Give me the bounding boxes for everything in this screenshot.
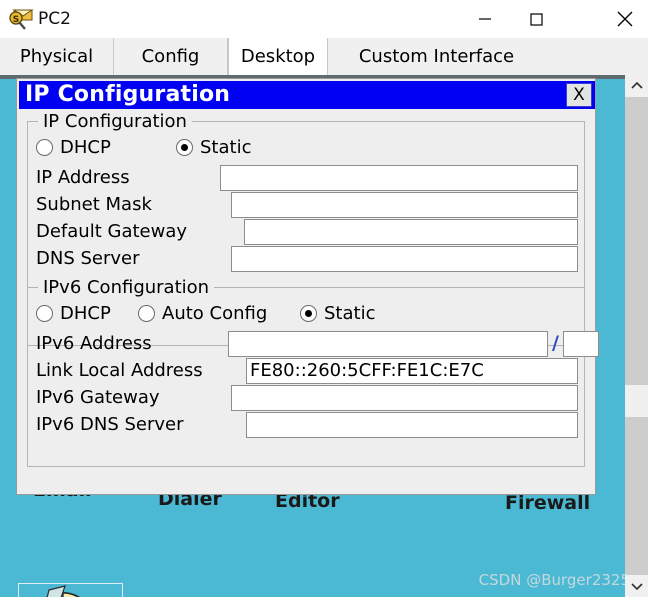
tab-custom-interface-label: Custom Interface xyxy=(358,46,515,67)
packet-tracer-envelope-icon: S xyxy=(8,6,34,32)
ipv6-dhcp-label: DHCP xyxy=(60,303,111,324)
dialog-titlebar[interactable]: IP Configuration X xyxy=(19,81,595,109)
ipv6-dns-server-input[interactable] xyxy=(246,412,578,438)
ipv6-prefix-length-input[interactable] xyxy=(563,331,599,357)
dialog-title: IP Configuration xyxy=(25,82,231,107)
csdn-watermark: CSDN @Burger2325 xyxy=(478,571,630,589)
scroll-up-arrow-icon[interactable] xyxy=(625,75,648,97)
ipv6-mode-auto-config[interactable]: Auto Config xyxy=(138,303,267,324)
ipv6-prefix-separator: / xyxy=(552,332,559,354)
ipv6-group-title: IPv6 Configuration xyxy=(38,277,215,298)
mib-browser-icon[interactable] xyxy=(18,583,123,597)
minimize-button[interactable] xyxy=(462,0,508,38)
tab-desktop[interactable]: Desktop xyxy=(228,38,328,75)
ip-address-input[interactable] xyxy=(220,165,578,191)
tab-config[interactable]: Config xyxy=(114,38,228,75)
scrollbar-thumb[interactable] xyxy=(625,385,648,417)
bg-app-label-ipv6-firewall[interactable]: Firewall xyxy=(505,492,590,514)
ipv6-static-radio[interactable] xyxy=(300,305,317,322)
scroll-down-arrow-icon[interactable] xyxy=(625,575,648,597)
ipv4-static-label: Static xyxy=(200,137,252,158)
maximize-icon xyxy=(530,13,543,26)
ipv4-dhcp-radio[interactable] xyxy=(36,139,53,156)
default-gateway-input[interactable] xyxy=(244,219,578,245)
tab-physical-label: Physical xyxy=(19,46,94,67)
ip-address-label: IP Address xyxy=(36,167,130,188)
subnet-mask-label: Subnet Mask xyxy=(36,194,152,215)
tab-custom-interface[interactable]: Custom Interface xyxy=(328,38,545,75)
tab-desktop-label: Desktop xyxy=(240,46,316,67)
ipv6-dhcp-radio[interactable] xyxy=(36,305,53,322)
scrollbar-track[interactable] xyxy=(625,97,648,575)
dns-server-input[interactable] xyxy=(231,246,578,272)
window-titlebar: S PC2 xyxy=(0,0,648,38)
maximize-button[interactable] xyxy=(513,0,559,38)
ipv6-gateway-input[interactable] xyxy=(231,385,578,411)
ipv6-dns-server-label: IPv6 DNS Server xyxy=(36,414,184,435)
tab-config-label: Config xyxy=(141,46,200,67)
link-local-address-input[interactable]: FE80::260:5CFF:FE1C:E7C xyxy=(246,358,578,384)
subnet-mask-input[interactable] xyxy=(231,192,578,218)
ipv6-gateway-label: IPv6 Gateway xyxy=(36,387,160,408)
dialog-close-button[interactable]: X xyxy=(566,83,592,107)
ipv4-dhcp-label: DHCP xyxy=(60,137,111,158)
ip-configuration-dialog: IP Configuration X IP Configuration DHCP… xyxy=(16,78,599,495)
ipv6-mode-static[interactable]: Static xyxy=(300,303,375,324)
ipv6-auto-config-radio[interactable] xyxy=(138,305,155,322)
ipv4-group-title: IP Configuration xyxy=(38,111,192,132)
tab-physical[interactable]: Physical xyxy=(0,38,114,75)
ipv4-mode-dhcp[interactable]: DHCP xyxy=(36,137,111,158)
ipv6-static-label: Static xyxy=(324,303,376,324)
window-title: PC2 xyxy=(38,9,71,29)
ipv6-auto-config-label: Auto Config xyxy=(162,303,268,324)
link-local-address-label: Link Local Address xyxy=(36,360,203,381)
ipv6-configuration-group: IPv6 Configuration DHCP Auto Config Stat… xyxy=(27,277,599,467)
dns-server-label: DNS Server xyxy=(36,248,140,269)
close-button[interactable] xyxy=(602,0,648,38)
svg-text:S: S xyxy=(13,15,19,25)
ipv6-address-input[interactable] xyxy=(228,331,548,357)
ipv6-mode-dhcp[interactable]: DHCP xyxy=(36,303,111,324)
close-icon xyxy=(617,11,633,27)
ipv6-address-label: IPv6 Address xyxy=(36,333,152,354)
vertical-scrollbar[interactable] xyxy=(625,75,648,597)
device-tabs: Physical Config Desktop Custom Interface xyxy=(0,38,648,75)
default-gateway-label: Default Gateway xyxy=(36,221,188,242)
ipv4-mode-static[interactable]: Static xyxy=(176,137,251,158)
ipv4-static-radio[interactable] xyxy=(176,139,193,156)
minimize-icon xyxy=(479,18,491,20)
